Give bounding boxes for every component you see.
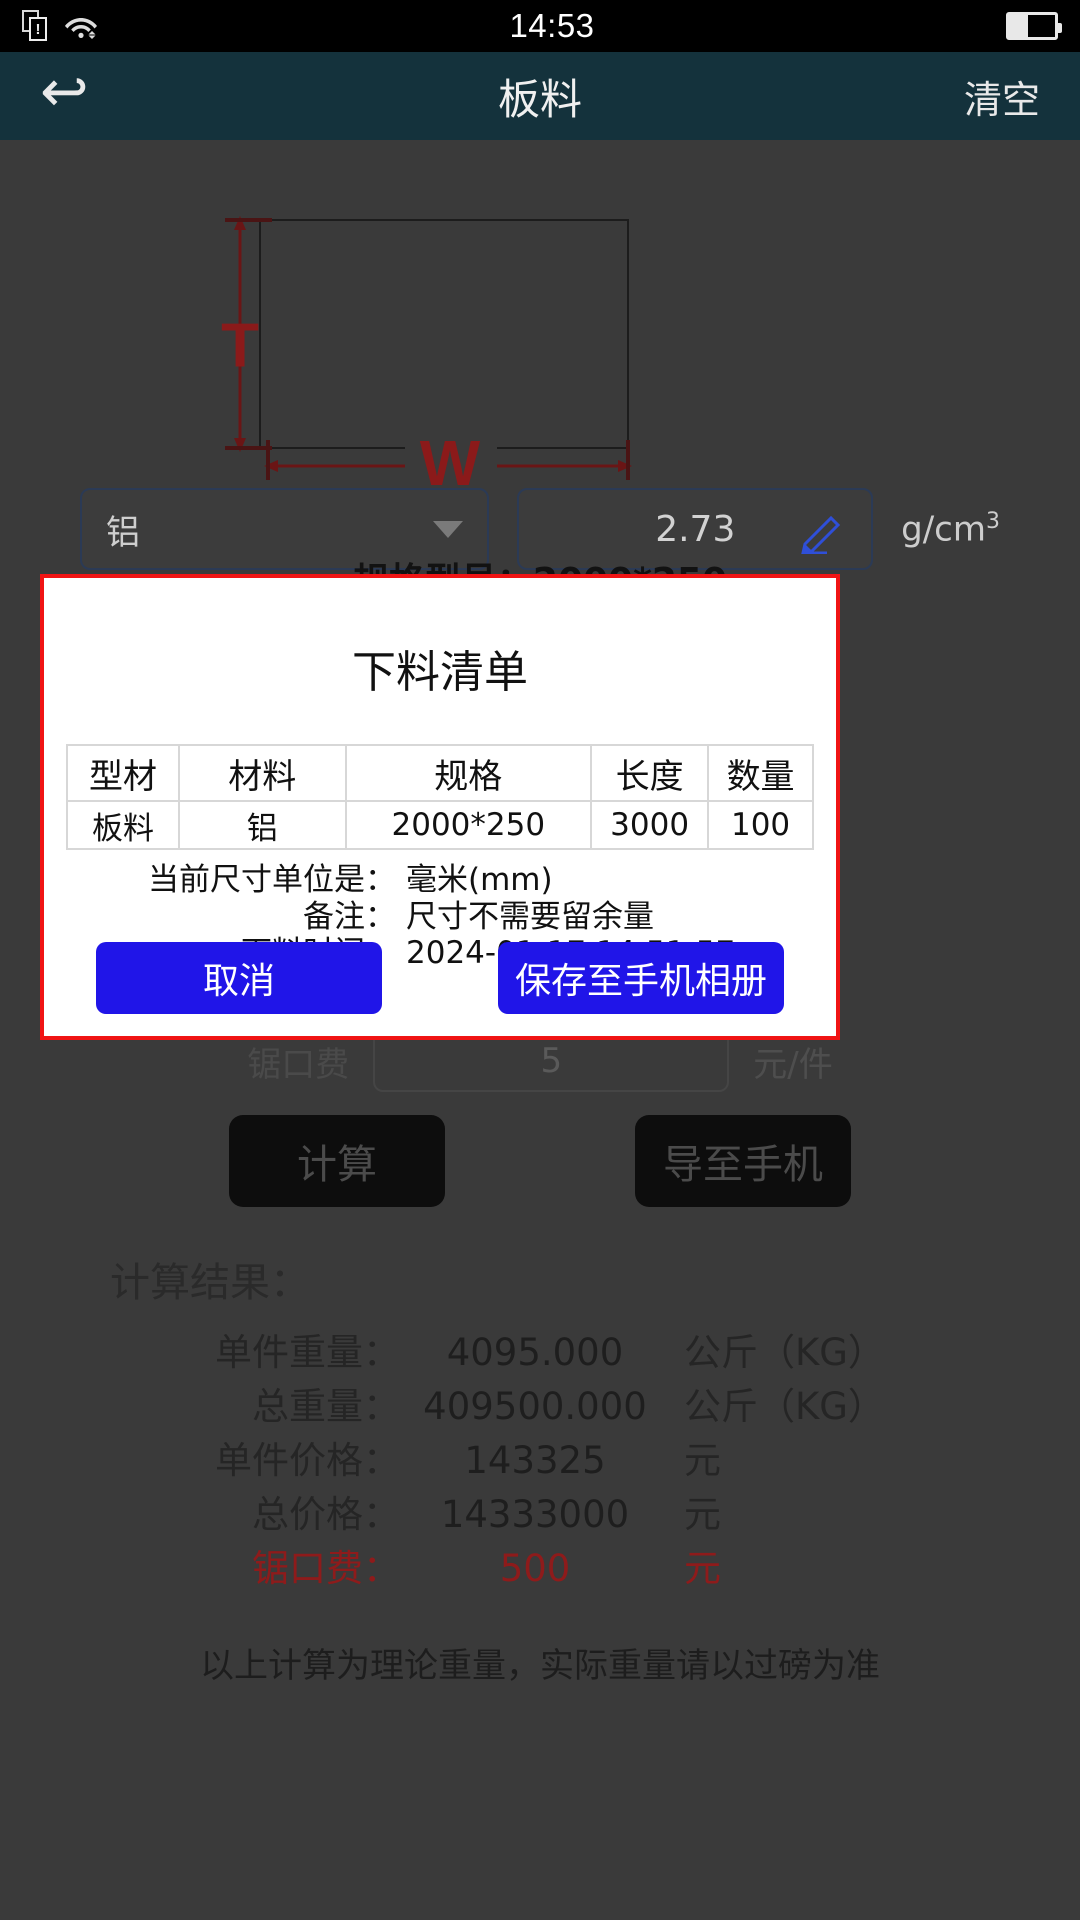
result-row: 总价格： 14333000 元 — [0, 1484, 1080, 1538]
results-section: 计算结果： 单件重量： 4095.000 公斤（KG） 总重量： 409500.000 公… — [0, 1250, 1080, 1687]
info-value-unit: 毫米(mm) — [406, 862, 553, 898]
col-header-length: 长度 — [590, 744, 710, 802]
info-row-remark: 备注： 尺寸不需要留余量 — [44, 899, 836, 936]
cell-material: 铝 — [177, 800, 347, 850]
result-label: 单件重量： — [215, 1331, 400, 1374]
table-header-row: 型材 材料 规格 长度 数量 — [66, 744, 814, 802]
result-value: 500 — [499, 1547, 571, 1590]
density-value: 2.73 — [655, 508, 736, 550]
result-label: 总价格： — [252, 1493, 400, 1536]
result-value: 4095.000 — [446, 1331, 624, 1374]
result-unit: 公斤（KG） — [684, 1331, 885, 1374]
export-button[interactable]: 导至手机 — [635, 1115, 851, 1207]
result-value: 143325 — [464, 1439, 606, 1482]
result-unit: 元 — [684, 1493, 721, 1536]
result-row: 锯口费： 500 元 — [0, 1538, 1080, 1592]
battery-icon — [1006, 12, 1062, 40]
save-to-album-button[interactable]: 保存至手机相册 — [498, 942, 784, 1014]
col-header-qty: 数量 — [707, 744, 814, 802]
document-alert-icon: ! — [22, 10, 48, 42]
info-label-remark: 备注： — [303, 898, 396, 935]
table-row: 板料 铝 2000*250 3000 100 — [66, 800, 814, 850]
cutting-list-table: 型材 材料 规格 长度 数量 板料 铝 2000*250 3000 100 — [66, 744, 814, 850]
dialog-actions: 取消 保存至手机相册 — [44, 942, 836, 1014]
status-bar-clock: 14:53 — [509, 7, 595, 44]
dialog-title: 下料清单 — [352, 647, 528, 698]
cutting-list-dialog: 下料清单 型材 材料 规格 长度 数量 板料 铝 2000*250 3000 1… — [40, 574, 840, 1040]
result-label: 锯口费： — [252, 1547, 400, 1590]
calculate-button[interactable]: 计算 — [229, 1115, 445, 1207]
col-header-profile: 型材 — [66, 744, 180, 802]
saw-fee-label: 锯口费 — [247, 1044, 350, 1085]
result-row: 单件价格： 143325 元 — [0, 1430, 1080, 1484]
result-unit: 元 — [684, 1547, 721, 1590]
cell-qty: 100 — [707, 800, 814, 850]
phone-screen: ! 14:53 ↩ 板料 清空 T W 铝 2.73 g/cm3 锯口费 5 元… — [0, 0, 1080, 1920]
result-label: 总重量： — [252, 1385, 400, 1428]
plate-diagram: T W — [0, 170, 1080, 499]
results-note: 以上计算为理论重量，实际重量请以过磅为准 — [200, 1646, 880, 1686]
pencil-icon[interactable] — [797, 510, 845, 554]
status-bar-center: 14:53 — [98, 7, 1006, 45]
cancel-button[interactable]: 取消 — [96, 942, 382, 1014]
status-bar: ! 14:53 — [0, 0, 1080, 52]
saw-fee-unit: 元/件 — [753, 1044, 833, 1085]
result-unit: 元 — [684, 1439, 721, 1482]
status-bar-right-icons — [1006, 12, 1062, 40]
svg-text:T: T — [221, 311, 259, 380]
results-rows: 单件重量： 4095.000 公斤（KG） 总重量： 409500.000 公斤（KG）单… — [0, 1322, 1080, 1592]
result-unit: 公斤（KG） — [684, 1385, 885, 1428]
status-bar-left-icons: ! — [22, 10, 98, 42]
result-label: 单件价格： — [215, 1439, 400, 1482]
clear-button[interactable]: 清空 — [964, 69, 1040, 124]
col-header-spec: 规格 — [344, 744, 593, 802]
density-unit: g/cm3 — [901, 508, 1000, 550]
result-value: 14333000 — [440, 1493, 630, 1536]
wifi-icon — [65, 18, 97, 39]
info-row-unit: 当前尺寸单位是： 毫米(mm) — [44, 862, 836, 899]
title-bar: ↩ 板料 清空 — [0, 52, 1080, 140]
result-value: 409500.000 — [423, 1385, 647, 1428]
results-heading: 计算结果： — [110, 1260, 310, 1306]
action-buttons: 计算 导至手机 — [0, 1115, 1080, 1207]
col-header-material: 材料 — [177, 744, 347, 802]
result-row: 总重量： 409500.000 公斤（KG） — [0, 1376, 1080, 1430]
chevron-down-icon — [433, 520, 464, 538]
cell-spec: 2000*250 — [344, 800, 593, 850]
cell-profile: 板料 — [66, 800, 180, 850]
result-row: 单件重量： 4095.000 公斤（KG） — [0, 1322, 1080, 1376]
cell-length: 3000 — [590, 800, 710, 850]
material-value: 铝 — [106, 512, 140, 553]
info-label-unit: 当前尺寸单位是： — [148, 862, 396, 898]
svg-text:W: W — [420, 427, 481, 490]
page-title: 板料 — [497, 74, 582, 124]
info-value-remark: 尺寸不需要留余量 — [406, 898, 654, 935]
